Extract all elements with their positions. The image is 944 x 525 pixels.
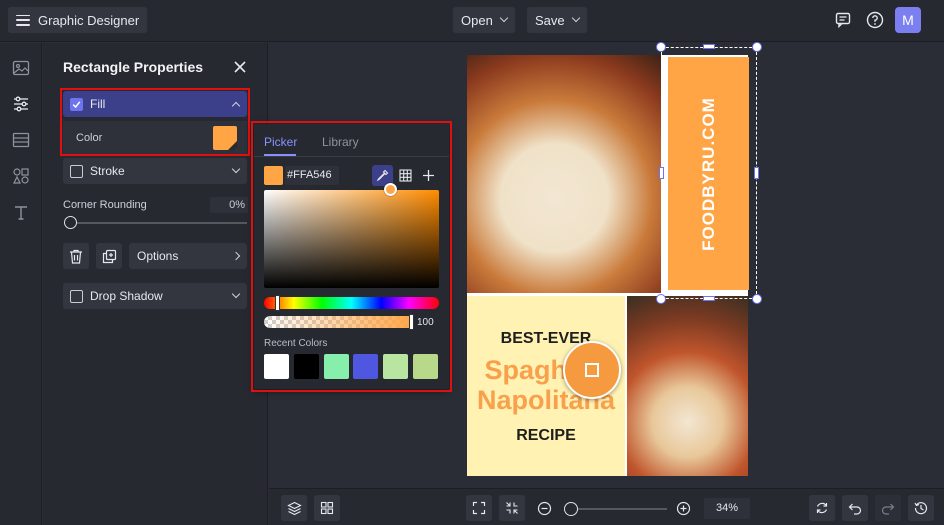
layout-icon [12, 132, 30, 148]
help-button[interactable] [862, 7, 888, 33]
highlight-box [60, 88, 250, 156]
options-label: Options [137, 249, 179, 263]
refresh-icon [816, 502, 828, 514]
image-icon [12, 60, 30, 76]
stroke-label: Stroke [90, 164, 125, 178]
redo-icon [881, 503, 895, 515]
zoom-level-field[interactable]: 34% [704, 498, 750, 519]
tool-rail [0, 43, 42, 525]
sliders-icon [14, 96, 28, 112]
quick-action-button[interactable] [563, 341, 621, 399]
comment-icon [835, 12, 851, 28]
duplicate-button[interactable] [96, 243, 122, 269]
minus-circle-icon [537, 501, 552, 516]
open-label: Open [461, 12, 493, 28]
avatar[interactable]: M [895, 7, 921, 33]
plus-circle-icon [676, 501, 691, 516]
resize-handle-top-right[interactable] [752, 42, 762, 52]
close-panel-button[interactable] [233, 60, 247, 74]
spaghetti-photo-bottom[interactable] [627, 296, 748, 476]
resize-handle-top-left[interactable] [656, 42, 666, 52]
adjust-tool[interactable] [10, 93, 32, 115]
open-button[interactable]: Open [453, 7, 515, 33]
save-label: Save [535, 12, 565, 28]
panel-title: Rectangle Properties [63, 59, 204, 75]
square-icon [585, 363, 599, 377]
drop-shadow-section-header[interactable]: Drop Shadow [63, 283, 247, 309]
drop-shadow-label: Drop Shadow [90, 289, 163, 303]
close-icon [234, 61, 246, 73]
help-icon [866, 11, 884, 29]
main-menu-button[interactable]: Graphic Designer [8, 7, 148, 33]
collapse-icon [506, 502, 518, 514]
graphics-tool[interactable] [10, 165, 32, 187]
shapes-icon [13, 168, 29, 184]
resize-handle-left[interactable] [659, 167, 664, 179]
resize-handle-top[interactable] [703, 44, 715, 49]
stroke-section-header[interactable]: Stroke [63, 158, 247, 184]
chevron-right-icon [231, 251, 241, 261]
layers-button[interactable] [281, 495, 307, 521]
save-button[interactable]: Save [527, 7, 587, 33]
app-title: Graphic Designer [38, 12, 140, 28]
fit-to-screen-button[interactable] [466, 495, 492, 521]
zoom-slider[interactable] [567, 508, 667, 510]
headline-bottom[interactable]: RECIPE [467, 427, 625, 445]
selection-box [661, 47, 757, 299]
trash-icon [70, 249, 82, 264]
chevron-down-icon [231, 164, 241, 174]
properties-panel: Rectangle Properties Fill Color Stroke C… [43, 43, 268, 525]
resize-handle-right[interactable] [754, 167, 759, 179]
grid-icon [320, 501, 334, 515]
corner-rounding-label: Corner Rounding [63, 199, 147, 211]
expand-icon [472, 501, 486, 515]
undo-button[interactable] [842, 495, 868, 521]
redo-button[interactable] [875, 495, 901, 521]
corner-rounding-handle[interactable] [64, 216, 77, 229]
text-tool[interactable] [10, 201, 32, 223]
actual-size-button[interactable] [499, 495, 525, 521]
chevron-down-icon [499, 13, 509, 23]
undo-icon [848, 503, 862, 515]
drop-shadow-checkbox[interactable] [70, 289, 83, 303]
images-tool[interactable] [10, 57, 32, 79]
layouts-tool[interactable] [10, 129, 32, 151]
chevron-down-icon [231, 289, 241, 299]
refresh-button[interactable] [809, 495, 835, 521]
highlight-box [251, 121, 452, 392]
resize-handle-bottom-right[interactable] [752, 294, 762, 304]
zoom-handle[interactable] [564, 502, 578, 516]
text-icon [15, 206, 27, 220]
layers-icon [286, 501, 302, 515]
corner-rounding-value[interactable]: 0% [210, 197, 248, 213]
grid-view-button[interactable] [314, 495, 340, 521]
history-button[interactable] [908, 495, 934, 521]
history-icon [914, 502, 928, 515]
zoom-in-button[interactable] [676, 501, 691, 516]
duplicate-icon [102, 249, 116, 263]
chevron-down-icon [571, 13, 580, 23]
resize-handle-bottom[interactable] [703, 296, 715, 301]
zoom-out-button[interactable] [537, 501, 552, 516]
corner-rounding-track[interactable] [70, 222, 247, 224]
spaghetti-photo-top[interactable] [467, 55, 661, 293]
delete-button[interactable] [63, 243, 89, 269]
comments-button[interactable] [830, 7, 856, 33]
hamburger-icon [16, 14, 30, 26]
options-button[interactable]: Options [129, 243, 247, 269]
stroke-checkbox[interactable] [70, 164, 83, 178]
resize-handle-bottom-left[interactable] [656, 294, 666, 304]
